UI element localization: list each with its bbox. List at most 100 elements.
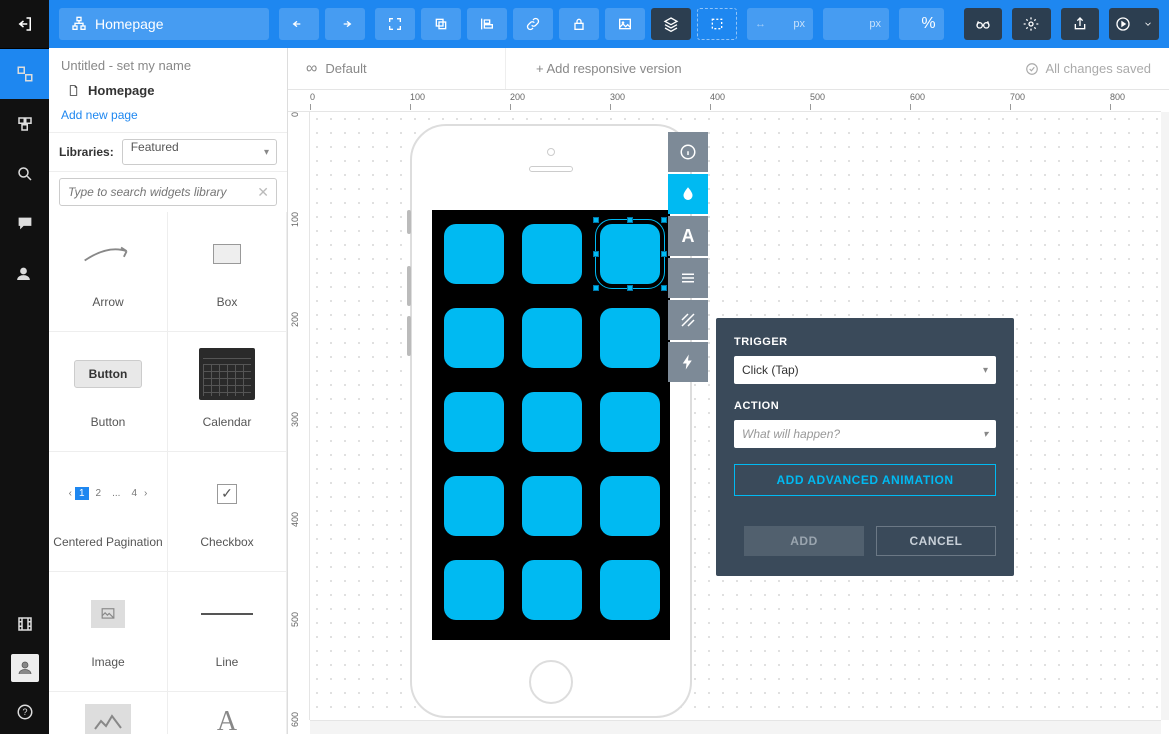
copy-button[interactable] [421, 8, 461, 40]
app-icon[interactable] [522, 392, 582, 452]
dashed-box-icon [709, 16, 725, 32]
gear-icon [1023, 16, 1039, 32]
page-breadcrumb[interactable]: Homepage [59, 8, 269, 40]
app-icon[interactable] [444, 560, 504, 620]
group-select-button[interactable] [697, 8, 737, 40]
app-icon[interactable] [600, 224, 660, 284]
app-icon[interactable] [444, 224, 504, 284]
rail-comments[interactable] [0, 199, 49, 249]
info-tool[interactable] [668, 132, 708, 172]
widget-partial-2[interactable]: A [168, 692, 287, 734]
app-icon[interactable] [444, 476, 504, 536]
lock-icon [571, 16, 587, 32]
breadcrumb-label: Homepage [95, 16, 164, 32]
trigger-select[interactable]: Click (Tap) ▾ [734, 356, 996, 384]
rail-avatar[interactable] [11, 654, 39, 682]
widget-search-input[interactable] [59, 178, 277, 206]
app-icon[interactable] [522, 476, 582, 536]
redo-icon [337, 16, 353, 32]
widget-calendar[interactable]: Calendar [168, 332, 287, 452]
align-button[interactable] [467, 8, 507, 40]
widget-arrow[interactable]: Arrow [49, 212, 168, 332]
rail-components[interactable] [0, 99, 49, 149]
percent-input[interactable]: % [899, 8, 944, 40]
scrollbar-vertical[interactable] [1161, 112, 1169, 720]
export-icon [1072, 16, 1088, 32]
libraries-label: Libraries: [59, 145, 114, 159]
app-icon[interactable] [522, 224, 582, 284]
settings-button[interactable] [1012, 8, 1050, 40]
align-icon [479, 16, 495, 32]
component-icon [16, 115, 34, 133]
add-page-link[interactable]: Add new page [49, 104, 287, 132]
help-icon: ? [16, 703, 34, 721]
app-icon[interactable] [522, 560, 582, 620]
chevron-down-icon: ▾ [983, 429, 988, 440]
comment-icon [16, 215, 34, 233]
interaction-tool[interactable] [668, 342, 708, 382]
app-icon[interactable] [522, 308, 582, 368]
line-icon [201, 613, 253, 615]
breakpoint-default[interactable]: ∞ Default [306, 48, 506, 89]
rail-search[interactable] [0, 149, 49, 199]
chevron-down-icon: ▾ [983, 365, 988, 376]
add-responsive-link[interactable]: + Add responsive version [536, 61, 682, 76]
clear-search-icon[interactable]: ✕ [257, 184, 269, 201]
app-icon[interactable] [444, 392, 504, 452]
save-status: All changes saved [1025, 61, 1151, 76]
widget-pagination[interactable]: ‹ 1 2 ... 4 › Centered Pagination [49, 452, 168, 572]
align-tool[interactable] [668, 258, 708, 298]
width-input[interactable]: ↔px [747, 8, 813, 40]
image-button[interactable] [605, 8, 645, 40]
app-icon[interactable] [444, 308, 504, 368]
widget-image[interactable]: Image [49, 572, 168, 692]
preview-button[interactable] [1109, 8, 1159, 40]
app-icon[interactable] [600, 392, 660, 452]
add-advanced-animation-button[interactable]: ADD ADVANCED ANIMATION [734, 464, 996, 496]
redo-button[interactable] [325, 8, 365, 40]
image-placeholder-icon [91, 600, 125, 628]
scrollbar-horizontal[interactable] [310, 720, 1161, 734]
project-name[interactable]: Untitled - set my name [49, 48, 287, 77]
widget-line[interactable]: Line [168, 572, 287, 692]
rail-help[interactable]: ? [0, 690, 49, 734]
cancel-interaction-button[interactable]: CANCEL [876, 526, 996, 556]
phone-screen[interactable] [432, 210, 670, 640]
page-item-homepage[interactable]: Homepage [49, 77, 287, 104]
avatar-icon [16, 659, 34, 677]
lines-icon [679, 269, 697, 287]
glasses-button[interactable] [964, 8, 1002, 40]
pagination-icon: ‹ 1 2 ... 4 › [69, 487, 148, 500]
ruler-vertical: 0100200300400500600 [288, 112, 310, 720]
undo-icon [291, 16, 307, 32]
rail-editor[interactable] [0, 49, 49, 99]
height-input[interactable]: px [823, 8, 889, 40]
app-icon[interactable] [600, 560, 660, 620]
text-tool[interactable]: A [668, 216, 708, 256]
sitemap-icon [71, 16, 87, 32]
libraries-select[interactable]: Featured [122, 139, 277, 165]
fill-tool[interactable] [668, 174, 708, 214]
phone-mockup [410, 124, 692, 718]
canvas[interactable]: A TRIGGER Click (Tap) ▾ ACTION What will… [310, 112, 1161, 720]
layers-button[interactable] [651, 8, 691, 40]
fit-button[interactable] [375, 8, 415, 40]
rail-film[interactable] [0, 602, 49, 646]
border-tool[interactable] [668, 300, 708, 340]
add-interaction-button[interactable]: ADD [744, 526, 864, 556]
rail-share-user[interactable] [0, 249, 49, 299]
logout-button[interactable] [0, 0, 49, 49]
text-icon: A [682, 226, 695, 247]
widget-button[interactable]: Button Button [49, 332, 168, 452]
app-icon[interactable] [600, 476, 660, 536]
action-select[interactable]: What will happen? ▾ [734, 420, 996, 448]
widget-box[interactable]: Box [168, 212, 287, 332]
undo-button[interactable] [279, 8, 319, 40]
app-icon[interactable] [600, 308, 660, 368]
widget-checkbox[interactable]: ✓ Checkbox [168, 452, 287, 572]
widget-partial-1[interactable] [49, 692, 168, 734]
hatch-icon [679, 311, 697, 329]
export-button[interactable] [1061, 8, 1099, 40]
link-button[interactable] [513, 8, 553, 40]
lock-button[interactable] [559, 8, 599, 40]
